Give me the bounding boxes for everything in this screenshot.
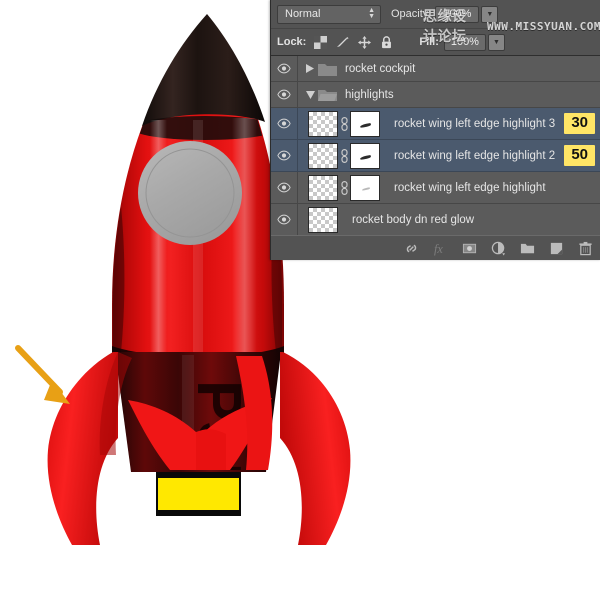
- visibility-toggle[interactable]: [271, 82, 298, 107]
- lock-all-icon[interactable]: [380, 36, 393, 49]
- layer-name: rocket wing left edge highlight 3: [394, 118, 564, 130]
- exhaust-band: [156, 472, 241, 516]
- layer-thumbnail[interactable]: [308, 175, 338, 201]
- visibility-toggle[interactable]: [271, 172, 298, 203]
- layer-name: highlights: [345, 89, 394, 101]
- porthole: [138, 141, 242, 245]
- eye-icon: [277, 63, 291, 74]
- opacity-input[interactable]: 100%: [435, 6, 479, 23]
- folder-open-icon: [318, 88, 337, 102]
- blend-mode-value: Normal: [285, 8, 320, 20]
- layers-panel-footer: fx: [271, 235, 600, 260]
- layer-row-wing-left-edge-highlight-3[interactable]: rocket wing left edge highlight 3 30: [271, 108, 600, 140]
- layer-badge: 30: [564, 113, 595, 133]
- layer-name: rocket body dn red glow: [352, 214, 600, 226]
- lock-label: Lock:: [277, 36, 306, 48]
- layer-style-fx-icon[interactable]: fx: [433, 241, 448, 256]
- layer-thumbnail[interactable]: [308, 207, 338, 233]
- layer-thumbnail[interactable]: [308, 111, 338, 137]
- add-layer-mask-icon[interactable]: [462, 241, 477, 256]
- delete-layer-icon[interactable]: [578, 241, 593, 256]
- link-mask-icon[interactable]: [338, 117, 350, 131]
- visibility-toggle[interactable]: [271, 56, 298, 81]
- eye-icon: [277, 150, 291, 161]
- layer-mask-thumbnail[interactable]: [350, 143, 380, 169]
- screenshot-root: PSD Norm: [0, 0, 600, 600]
- fill-dropdown-icon[interactable]: ▼: [488, 34, 505, 51]
- link-mask-icon[interactable]: [338, 149, 350, 163]
- fill-label: Fill:: [419, 36, 439, 48]
- group-expand-arrow-icon[interactable]: [304, 64, 316, 73]
- svg-text:fx: fx: [434, 242, 443, 256]
- layer-badge: 50: [564, 145, 595, 165]
- rocket-body: [112, 14, 284, 365]
- opacity-value: 100%: [443, 8, 471, 20]
- layer-name: rocket cockpit: [345, 63, 415, 75]
- link-mask-icon[interactable]: [338, 181, 350, 195]
- layer-row-wing-left-edge-highlight-2[interactable]: rocket wing left edge highlight 2 50: [271, 140, 600, 172]
- visibility-toggle[interactable]: [271, 108, 298, 139]
- fill-input[interactable]: 100%: [444, 34, 486, 51]
- lock-transparency-icon[interactable]: [314, 36, 327, 49]
- group-collapse-arrow-icon[interactable]: [304, 91, 316, 99]
- eye-icon: [277, 182, 291, 193]
- eye-icon: [277, 214, 291, 225]
- blend-opacity-row: Normal ▲▼ Opacity: 100% ▼ 思缘设计论坛 WWW.MIS…: [271, 0, 600, 29]
- new-adjustment-layer-icon[interactable]: [491, 241, 506, 256]
- layers-panel: Normal ▲▼ Opacity: 100% ▼ 思缘设计论坛 WWW.MIS…: [270, 0, 600, 260]
- layer-mask-thumbnail[interactable]: [350, 175, 380, 201]
- blend-mode-select[interactable]: Normal ▲▼: [277, 5, 381, 24]
- visibility-toggle[interactable]: [271, 204, 298, 235]
- opacity-label: Opacity:: [391, 8, 431, 20]
- lock-position-icon[interactable]: [358, 36, 371, 49]
- layer-row-wing-left-edge-highlight[interactable]: rocket wing left edge highlight: [271, 172, 600, 204]
- fin-right-outer: [280, 352, 350, 545]
- annotation-arrow: [18, 348, 70, 404]
- visibility-toggle[interactable]: [271, 140, 298, 171]
- stepper-arrows-icon[interactable]: ▲▼: [368, 8, 375, 20]
- new-group-icon[interactable]: [520, 241, 535, 256]
- lock-image-icon[interactable]: [336, 36, 349, 49]
- nose-cone: [142, 14, 265, 126]
- layer-row-rocket-cockpit[interactable]: rocket cockpit: [271, 56, 600, 82]
- eye-icon: [277, 118, 291, 129]
- folder-closed-icon: [318, 62, 337, 76]
- link-layers-icon[interactable]: [404, 241, 419, 256]
- lock-fill-row: Lock:: [271, 29, 600, 56]
- fill-value: 100%: [451, 36, 479, 48]
- new-layer-icon[interactable]: [549, 241, 564, 256]
- layer-row-highlights[interactable]: highlights: [271, 82, 600, 108]
- layer-row-rocket-body-dn-red-glow[interactable]: rocket body dn red glow: [271, 204, 600, 235]
- layer-name: rocket wing left edge highlight 2: [394, 150, 564, 162]
- layer-name: rocket wing left edge highlight: [394, 182, 600, 194]
- layer-mask-thumbnail[interactable]: [350, 111, 380, 137]
- opacity-dropdown-icon[interactable]: ▼: [481, 6, 498, 23]
- layer-thumbnail[interactable]: [308, 143, 338, 169]
- eye-icon: [277, 89, 291, 100]
